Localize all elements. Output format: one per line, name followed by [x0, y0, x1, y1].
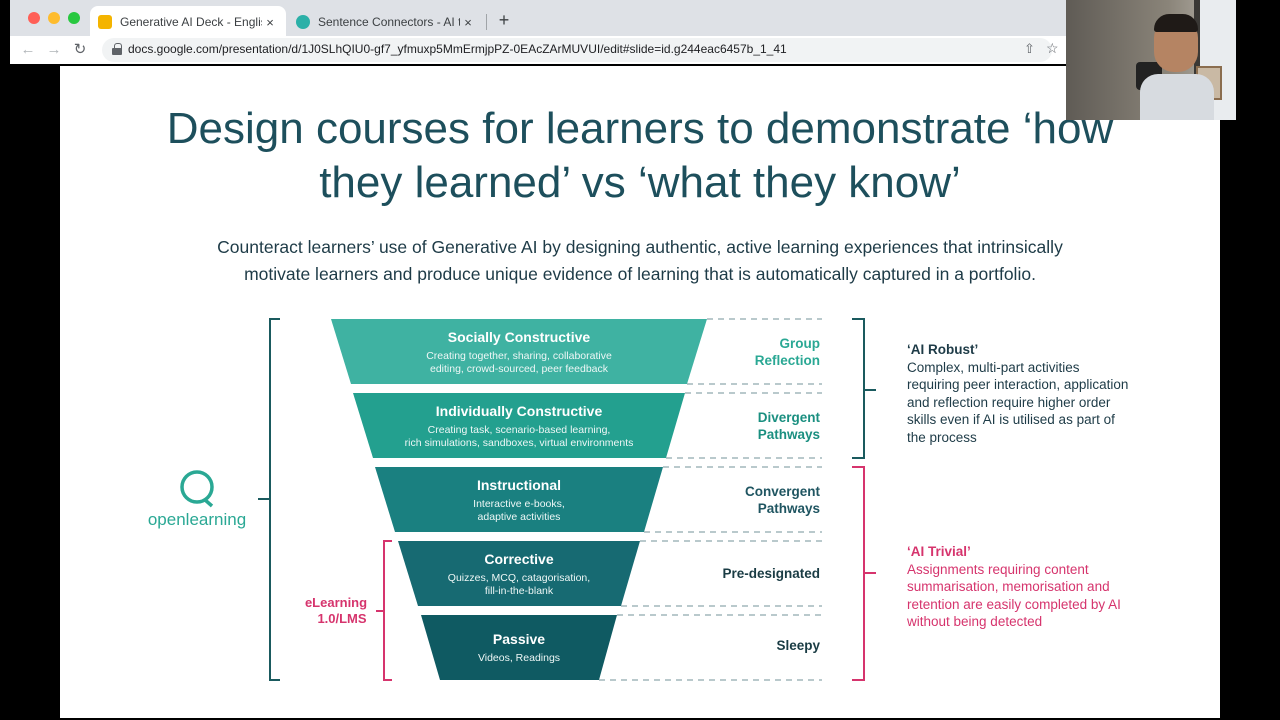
- level-title: Instructional: [477, 477, 561, 493]
- back-button[interactable]: ←: [18, 40, 38, 60]
- pathway-label: Pre-designated: [722, 566, 820, 581]
- share-icon[interactable]: ⇧: [1024, 41, 1035, 57]
- pathway-label-line-2: Reflection: [755, 353, 820, 368]
- level-description-line-1: Creating together, sharing, collaborativ…: [426, 350, 612, 362]
- tab-title: Generative AI Deck - English A: [120, 15, 262, 29]
- elearning-label-line-2: 1.0/LMS: [317, 611, 366, 626]
- ai-robust-bracket: [852, 318, 865, 459]
- ai-trivial-bracket: [852, 466, 865, 681]
- level-title: Corrective: [484, 551, 553, 567]
- level-description-line-2: fill-in-the-blank: [485, 585, 554, 597]
- new-tab-button[interactable]: +: [492, 8, 516, 32]
- funnel-band: [421, 615, 617, 680]
- pathway-label: Sleepy: [776, 638, 820, 653]
- level-description-line-2: adaptive activities: [478, 511, 561, 523]
- pathway-label-line-1: Divergent: [758, 410, 821, 425]
- elearning-label-line-1: eLearning: [305, 595, 367, 610]
- tab-sentence-connectors[interactable]: Sentence Connectors - AI testi ×: [288, 6, 484, 38]
- presenter: [1140, 14, 1214, 120]
- funnel-level-instructional: Instructional Interactive e-books, adapt…: [375, 467, 663, 532]
- funnel-level-socially-constructive: Socially Constructive Creating together,…: [331, 319, 707, 384]
- openlearning-logo: openlearning: [148, 470, 246, 529]
- pathway-label-line-1: Convergent: [745, 484, 821, 499]
- ai-trivial-title: ‘AI Trivial’: [907, 544, 971, 559]
- browser-window-chrome: Generative AI Deck - English A × Sentenc…: [10, 0, 1066, 64]
- tab-strip: Generative AI Deck - English A × Sentenc…: [10, 0, 1066, 38]
- ai-trivial-text: Assignments requiring content summarisat…: [907, 561, 1121, 630]
- tab-generative-ai-deck[interactable]: Generative AI Deck - English A ×: [90, 6, 286, 38]
- openlearning-logo-icon: [180, 470, 214, 504]
- webcam-video-feed: [1066, 0, 1236, 120]
- ai-robust-note: ‘AI Robust’ Complex, multi-part activiti…: [907, 341, 1129, 446]
- ai-robust-title: ‘AI Robust’: [907, 342, 979, 357]
- level-title: Individually Constructive: [436, 403, 603, 419]
- openlearning-logo-text: openlearning: [148, 510, 246, 529]
- level-description-line-1: Quizzes, MCQ, catagorisation,: [448, 572, 590, 584]
- level-description-line-1: Videos, Readings: [478, 652, 560, 664]
- ai-trivial-note: ‘AI Trivial’ Assignments requiring conte…: [907, 543, 1137, 631]
- funnel-level-passive: Passive Videos, Readings: [421, 615, 617, 680]
- level-title: Socially Constructive: [448, 329, 591, 345]
- tab-title: Sentence Connectors - AI testi: [318, 15, 460, 29]
- level-description-line-2: rich simulations, sandboxes, virtual env…: [405, 437, 634, 449]
- bookmark-star-icon[interactable]: ☆: [1046, 40, 1059, 57]
- left-bracket: [269, 318, 280, 681]
- tab-separator: [486, 14, 487, 30]
- funnel-level-corrective: Corrective Quizzes, MCQ, catagorisation,…: [398, 541, 640, 606]
- pathway-label-line-2: Pathways: [758, 427, 820, 442]
- lock-icon: [112, 43, 122, 55]
- ai-robust-text: Complex, multi-part activities requiring…: [907, 359, 1129, 445]
- level-title: Passive: [493, 631, 545, 647]
- funnel-level-individually-constructive: Individually Constructive Creating task,…: [353, 393, 685, 458]
- reload-button[interactable]: ↻: [70, 40, 90, 60]
- browser-toolbar: ← → ↻ docs.google.com/presentation/d/1J0…: [10, 36, 1066, 64]
- address-bar[interactable]: docs.google.com/presentation/d/1J0SLhQIU…: [102, 38, 1059, 62]
- close-window-button[interactable]: [28, 12, 40, 24]
- pathway-label-line-1: Group: [780, 336, 821, 351]
- minimize-window-button[interactable]: [48, 12, 60, 24]
- level-description-line-1: Interactive e-books,: [473, 498, 565, 510]
- url-text[interactable]: docs.google.com/presentation/d/1J0SLhQIU…: [128, 42, 787, 56]
- tab-close-icon[interactable]: ×: [460, 15, 476, 30]
- ai-icon: [296, 15, 310, 29]
- tab-close-icon[interactable]: ×: [262, 15, 278, 30]
- level-description-line-2: editing, crowd-sourced, peer feedback: [430, 363, 609, 375]
- pathway-label-line-2: Pathways: [758, 501, 820, 516]
- elearning-bracket: [383, 540, 392, 681]
- level-description-line-1: Creating task, scenario-based learning,: [428, 424, 611, 436]
- forward-button[interactable]: →: [44, 40, 64, 60]
- presentation-slide: Design courses for learners to demonstra…: [60, 66, 1220, 718]
- slides-icon: [98, 15, 112, 29]
- maximize-window-button[interactable]: [68, 12, 80, 24]
